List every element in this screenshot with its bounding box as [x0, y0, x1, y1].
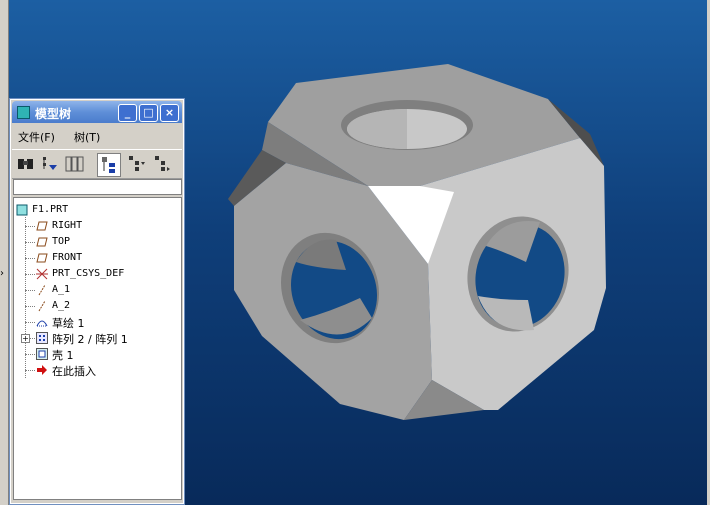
tree-item-a2[interactable]: A_2 — [36, 299, 176, 314]
datum-plane-icon — [36, 236, 48, 248]
tree-item-right[interactable]: RIGHT — [36, 219, 176, 234]
datum-plane-icon — [36, 252, 48, 264]
columns-icon[interactable] — [63, 153, 85, 175]
expand-toggle[interactable]: + — [21, 334, 30, 343]
tree-filter-input[interactable] — [13, 179, 182, 195]
tree-item-csys[interactable]: PRT_CSYS_DEF — [36, 267, 176, 282]
filter-icon[interactable] — [39, 153, 61, 175]
menu-tree[interactable]: 树(T) — [74, 129, 100, 145]
tree-item-insert-here[interactable]: 在此插入 — [36, 363, 176, 378]
tree-view-icon[interactable] — [97, 153, 121, 177]
tree-item-front[interactable]: FRONT — [36, 251, 176, 266]
tree-root-label: F1.PRT — [32, 204, 69, 215]
model-tree-app-icon — [17, 106, 30, 119]
part-icon — [16, 204, 28, 216]
expand-tree-icon[interactable] — [125, 153, 147, 175]
tree-item-pattern[interactable]: 阵列 2 / 阵列 1 — [36, 331, 176, 346]
minimize-button[interactable]: _ — [118, 104, 137, 122]
sketch-icon — [36, 316, 48, 328]
coordinate-system-icon — [36, 268, 48, 280]
pattern-icon — [36, 332, 48, 344]
datum-plane-icon — [36, 220, 48, 232]
splitter-grip-icon[interactable]: › — [0, 268, 4, 279]
tree-item-a1[interactable]: A_1 — [36, 283, 176, 298]
window-title: 模型树 — [35, 107, 72, 121]
left-splitter[interactable]: › — [0, 0, 9, 505]
tree-item-top[interactable]: TOP — [36, 235, 176, 250]
datum-axis-icon — [36, 284, 48, 296]
model-tree-panel[interactable]: F1.PRT RIGHT TOP FRONT PRT_CSYS_DEF A_1 … — [13, 197, 182, 500]
menu-file[interactable]: 文件(F) — [18, 129, 55, 145]
window-titlebar[interactable]: 模型树 _ □ × — [12, 101, 182, 123]
collapse-tree-icon[interactable] — [151, 153, 173, 175]
menu-bar: 文件(F) 树(T) — [12, 125, 182, 145]
binoculars-icon[interactable] — [15, 153, 37, 175]
datum-axis-icon — [36, 300, 48, 312]
maximize-button[interactable]: □ — [139, 104, 158, 122]
close-button[interactable]: × — [160, 104, 179, 122]
tree-item-sketch[interactable]: 草绘 1 — [36, 315, 176, 330]
shell-icon — [36, 348, 48, 360]
tree-root[interactable]: F1.PRT — [16, 203, 176, 218]
tree-toolbar — [12, 149, 182, 179]
insert-here-arrow-icon — [36, 364, 48, 376]
tree-item-shell[interactable]: 壳 1 — [36, 347, 176, 362]
model-tree-window[interactable]: 模型树 _ □ × 文件(F) 树(T) F1.PRT RIGHT TOP FR… — [9, 98, 185, 505]
